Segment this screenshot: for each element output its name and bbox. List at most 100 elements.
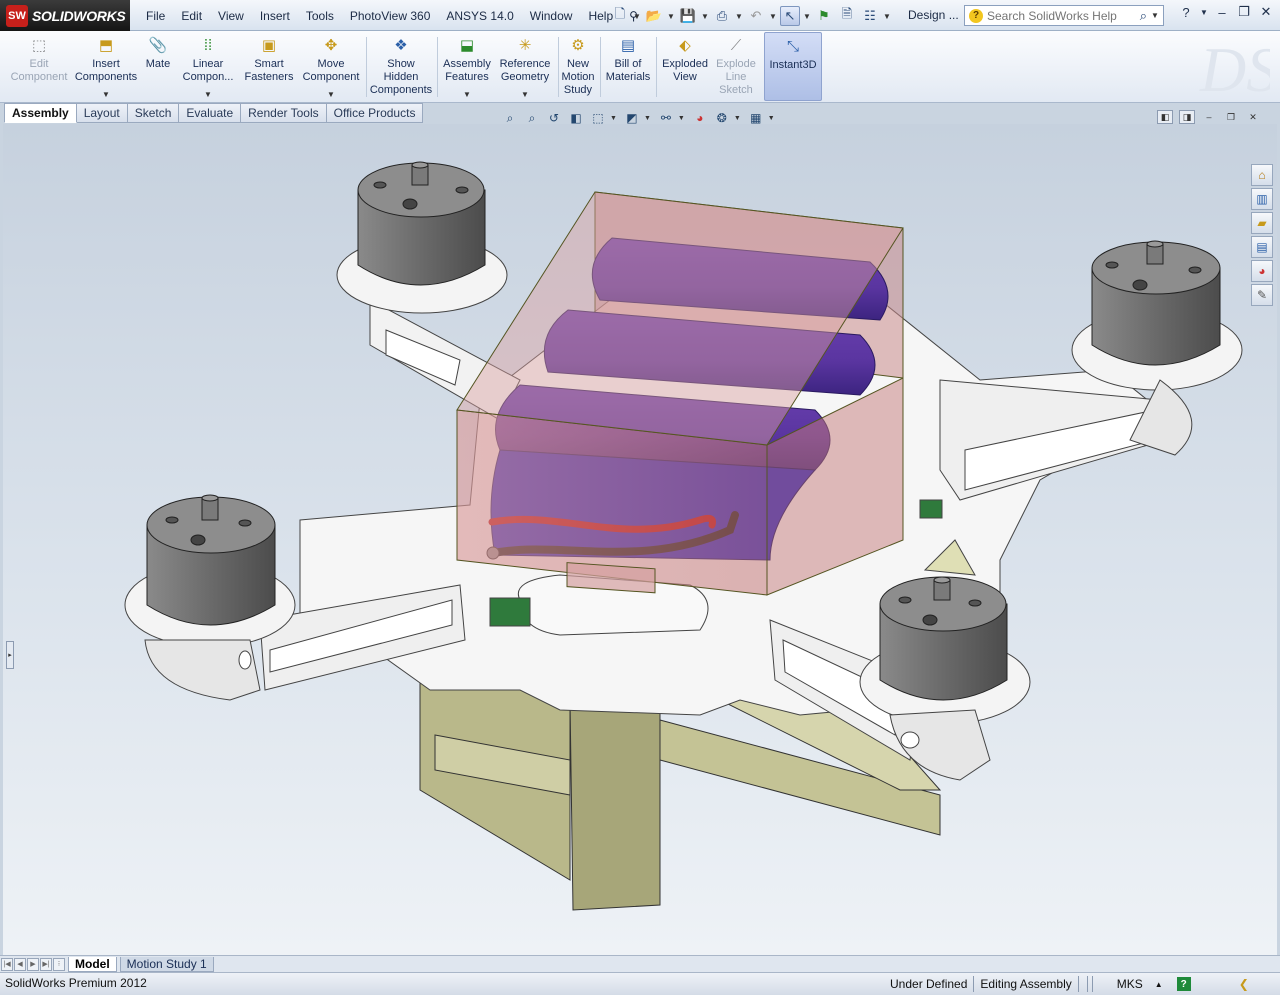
apply-scene-icon[interactable]: ❂ [712,109,732,127]
help-search-input[interactable] [987,8,1127,23]
help-search-box[interactable]: ? ⌕ ▼ [964,5,1164,26]
save-icon[interactable]: 💾 [678,6,698,26]
undo-dropdown-icon[interactable]: ▼ [769,12,777,21]
linear-pattern-dropdown-icon[interactable]: ▼ [204,90,212,99]
menu-photoview[interactable]: PhotoView 360 [342,9,439,23]
design-library-icon[interactable]: ▥ [1251,188,1273,210]
move-component-button[interactable]: ✥ Move Component ▼ [300,34,362,100]
print-dropdown-icon[interactable]: ▼ [735,12,743,21]
help-question-icon[interactable]: ? [1178,5,1194,20]
menu-insert[interactable]: Insert [252,9,298,23]
open-dropdown-icon[interactable]: ▼ [667,12,675,21]
save-dropdown-icon[interactable]: ▼ [701,12,709,21]
display-style-dropdown-icon[interactable]: ▼ [644,115,651,122]
solidworks-resources-home-icon[interactable]: ⌂ [1251,164,1273,186]
edit-appearance-icon[interactable]: ◕ [690,109,710,127]
magnifier-icon[interactable]: ⌕ [1140,8,1147,24]
show-hidden-components-button[interactable]: ❖ Show Hidden Components [369,34,433,100]
tab-model[interactable]: Model [68,956,117,972]
undo-icon[interactable]: ↶ [746,6,766,26]
first-tab-icon[interactable]: |◀ [1,957,13,971]
viewport-restore-icon[interactable]: ❐ [1223,110,1239,124]
zoom-to-fit-icon[interactable]: ⌕ [500,109,520,127]
insert-components-button[interactable]: ⬒ Insert Components ▼ [74,34,138,100]
next-tab-icon[interactable]: ▶ [27,957,39,971]
select-dropdown-icon[interactable]: ▼ [803,12,811,21]
tab-assembly[interactable]: Assembly [4,103,77,123]
motor-front-right[interactable] [879,576,1008,701]
previous-view-icon[interactable]: ↺ [544,109,564,127]
minimize-icon[interactable]: – [1214,5,1230,20]
edit-component-button[interactable]: ⬚ Edit Component [8,34,70,100]
zoom-to-area-icon[interactable]: ⌕ [522,109,542,127]
view-orientation-icon[interactable]: ⬚ [588,109,608,127]
view-orientation-dropdown-icon[interactable]: ▼ [610,115,617,122]
open-folder-icon[interactable]: 📂 [644,6,664,26]
restore-icon[interactable]: ❐ [1236,4,1252,20]
bill-of-materials-button[interactable]: ▤ Bill of Materials [604,34,652,100]
reference-geometry-dropdown-icon[interactable]: ▼ [521,90,529,99]
close-icon[interactable]: ✕ [1258,4,1274,20]
tab-sketch[interactable]: Sketch [127,103,180,123]
tab-render-tools[interactable]: Render Tools [241,103,327,123]
exploded-view-button[interactable]: ⬖ Exploded View [659,34,711,100]
feature-manager-expand-handle[interactable]: ▸ [6,641,14,669]
tab-evaluate[interactable]: Evaluate [179,103,242,123]
menu-file[interactable]: File [138,9,173,23]
view-palette-icon[interactable]: ▤ [1251,236,1273,258]
smart-fasteners-button[interactable]: ▣ Smart Fasteners [242,34,296,100]
help-dropdown-icon[interactable]: ▼ [1200,8,1208,17]
options-icon[interactable]: ☷ [860,6,880,26]
apply-scene-dropdown-icon[interactable]: ▼ [734,115,741,122]
instant3d-button[interactable]: ⤡ Instant3D [764,32,822,101]
new-document-icon[interactable]: 🗋 [610,6,630,26]
custom-properties-icon[interactable]: ✎ [1251,284,1273,306]
print-icon[interactable]: ⎙ [712,6,732,26]
menu-edit[interactable]: Edit [173,9,210,23]
options-dropdown-icon[interactable]: ▼ [883,12,891,21]
viewport-minimize-icon[interactable]: – [1201,110,1217,124]
search-dropdown-icon[interactable]: ▼ [1151,11,1159,20]
hide-show-items-icon[interactable]: ⚯ [656,109,676,127]
unit-system-dropdown-icon[interactable]: ▲ [1155,980,1163,989]
select-cursor-icon[interactable]: ↖ [780,6,800,26]
file-properties-icon[interactable]: 🗎 [837,6,857,26]
viewport-left-icon[interactable]: ◧ [1157,110,1173,124]
tab-layout[interactable]: Layout [76,103,128,123]
quadcopter-model-view[interactable] [3,124,1277,955]
assembly-features-button[interactable]: ⬓ Assembly Features ▼ [441,34,493,100]
new-dropdown-icon[interactable]: ▼ [633,12,641,21]
split-handle-icon[interactable]: ⁝ [53,957,65,971]
appearances-scenes-icon[interactable]: ◕ [1251,260,1273,282]
viewport-close-icon[interactable]: ✕ [1245,110,1261,124]
display-style-icon[interactable]: ◩ [622,109,642,127]
design-library-label[interactable]: Design ... [908,8,959,22]
quick-tips-help-icon[interactable]: ? [1176,977,1191,991]
prev-tab-icon[interactable]: ◀ [14,957,26,971]
motor-back-right[interactable] [1091,240,1221,366]
menu-tools[interactable]: Tools [298,9,342,23]
move-component-dropdown-icon[interactable]: ▼ [327,90,335,99]
view-settings-icon[interactable]: ▦ [746,109,766,127]
solidworks-logo[interactable]: SW SOLIDWORKS [0,0,130,31]
mate-button[interactable]: 📎 Mate [142,34,174,100]
insert-components-dropdown-icon[interactable]: ▼ [102,90,110,99]
last-tab-icon[interactable]: ▶| [40,957,52,971]
graphics-area[interactable]: ▸ Y Z X [3,124,1277,955]
viewport-right-icon[interactable]: ◨ [1179,110,1195,124]
file-explorer-icon[interactable]: ▰ [1251,212,1273,234]
new-motion-study-button[interactable]: ⚙ New Motion Study [560,34,596,100]
motor-front-left[interactable] [146,494,276,626]
assembly-features-dropdown-icon[interactable]: ▼ [463,90,471,99]
rebuild-traffic-light-icon[interactable]: ⚑ [814,6,834,26]
motor-back-left[interactable] [357,161,486,286]
reference-geometry-button[interactable]: ✳ Reference Geometry ▼ [497,34,553,100]
menu-window[interactable]: Window [522,9,581,23]
view-settings-dropdown-icon[interactable]: ▼ [768,115,775,122]
unit-system[interactable]: MKS [1117,977,1143,991]
linear-component-pattern-button[interactable]: ⁞⁞ Linear Compon... ▼ [178,34,238,100]
section-view-icon[interactable]: ◧ [566,109,586,127]
hide-show-dropdown-icon[interactable]: ▼ [678,115,685,122]
battery-pack[interactable] [456,191,904,596]
explode-line-sketch-button[interactable]: ⟋ Explode Line Sketch [713,34,759,100]
